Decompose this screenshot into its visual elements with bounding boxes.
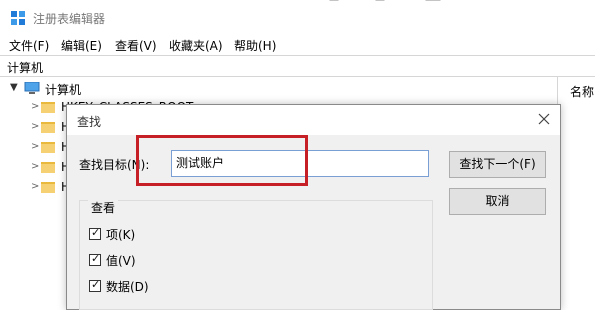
computer-icon: [24, 82, 40, 94]
folder-icon: [41, 122, 55, 133]
option-values-label: 值(V): [106, 254, 136, 268]
look-at-group: 查看 ✓ 项(K) ✓ 值(V) ✓ 数据(D): [79, 199, 433, 310]
menu-file[interactable]: 文件(F): [9, 37, 49, 54]
close-icon[interactable]: [533, 108, 555, 130]
chevron-right-icon[interactable]: >: [31, 121, 39, 132]
values-list-pane: 名称: [557, 77, 595, 308]
cancel-button[interactable]: 取消: [449, 188, 546, 215]
dialog-title: 查找: [77, 115, 102, 129]
option-data-label: 数据(D): [106, 280, 149, 294]
checkbox[interactable]: ✓: [89, 252, 101, 266]
find-next-button[interactable]: 查找下一个(F): [449, 151, 546, 178]
menu-help[interactable]: 帮助(H): [234, 37, 276, 54]
chevron-right-icon[interactable]: >: [31, 101, 39, 112]
menu-view[interactable]: 查看(V): [115, 37, 157, 54]
chevron-down-icon[interactable]: ▼: [10, 82, 18, 93]
window-titlebar: 注册表编辑器: [0, 0, 595, 34]
look-at-legend: 查看: [88, 199, 119, 216]
checkbox[interactable]: ✓: [89, 278, 101, 292]
background-window-controls: [329, 0, 441, 1]
dialog-titlebar: 查找: [67, 105, 560, 135]
folder-icon: [41, 182, 55, 193]
option-keys-label: 项(K): [106, 228, 136, 242]
checkbox[interactable]: ✓: [89, 226, 101, 240]
folder-icon: [41, 102, 55, 113]
folder-icon: [41, 142, 55, 153]
registry-editor-icon: [11, 11, 25, 25]
tree-root-computer[interactable]: 计算机: [45, 81, 81, 98]
address-bar[interactable]: 计算机: [0, 55, 595, 77]
address-path: 计算机: [7, 61, 44, 75]
checkmark-icon: ✓: [91, 278, 101, 291]
option-values-checkbox[interactable]: ✓ 值(V): [89, 251, 209, 269]
checkmark-icon: ✓: [91, 226, 101, 239]
menu-bar: 文件(F) 编辑(E) 查看(V) 收藏夹(A) 帮助(H): [0, 34, 595, 56]
menu-edit[interactable]: 编辑(E): [61, 37, 102, 54]
chevron-right-icon[interactable]: >: [31, 161, 39, 172]
column-header-name[interactable]: 名称: [570, 83, 594, 100]
window-title: 注册表编辑器: [33, 12, 106, 26]
folder-icon: [41, 162, 55, 173]
chevron-right-icon[interactable]: >: [31, 141, 39, 152]
option-data-checkbox[interactable]: ✓ 数据(D): [89, 277, 209, 295]
option-keys-checkbox[interactable]: ✓ 项(K): [89, 225, 209, 243]
checkmark-icon: ✓: [91, 252, 101, 265]
chevron-right-icon[interactable]: >: [31, 181, 39, 192]
highlight-annotation: [136, 135, 308, 186]
menu-favorites[interactable]: 收藏夹(A): [169, 37, 223, 54]
